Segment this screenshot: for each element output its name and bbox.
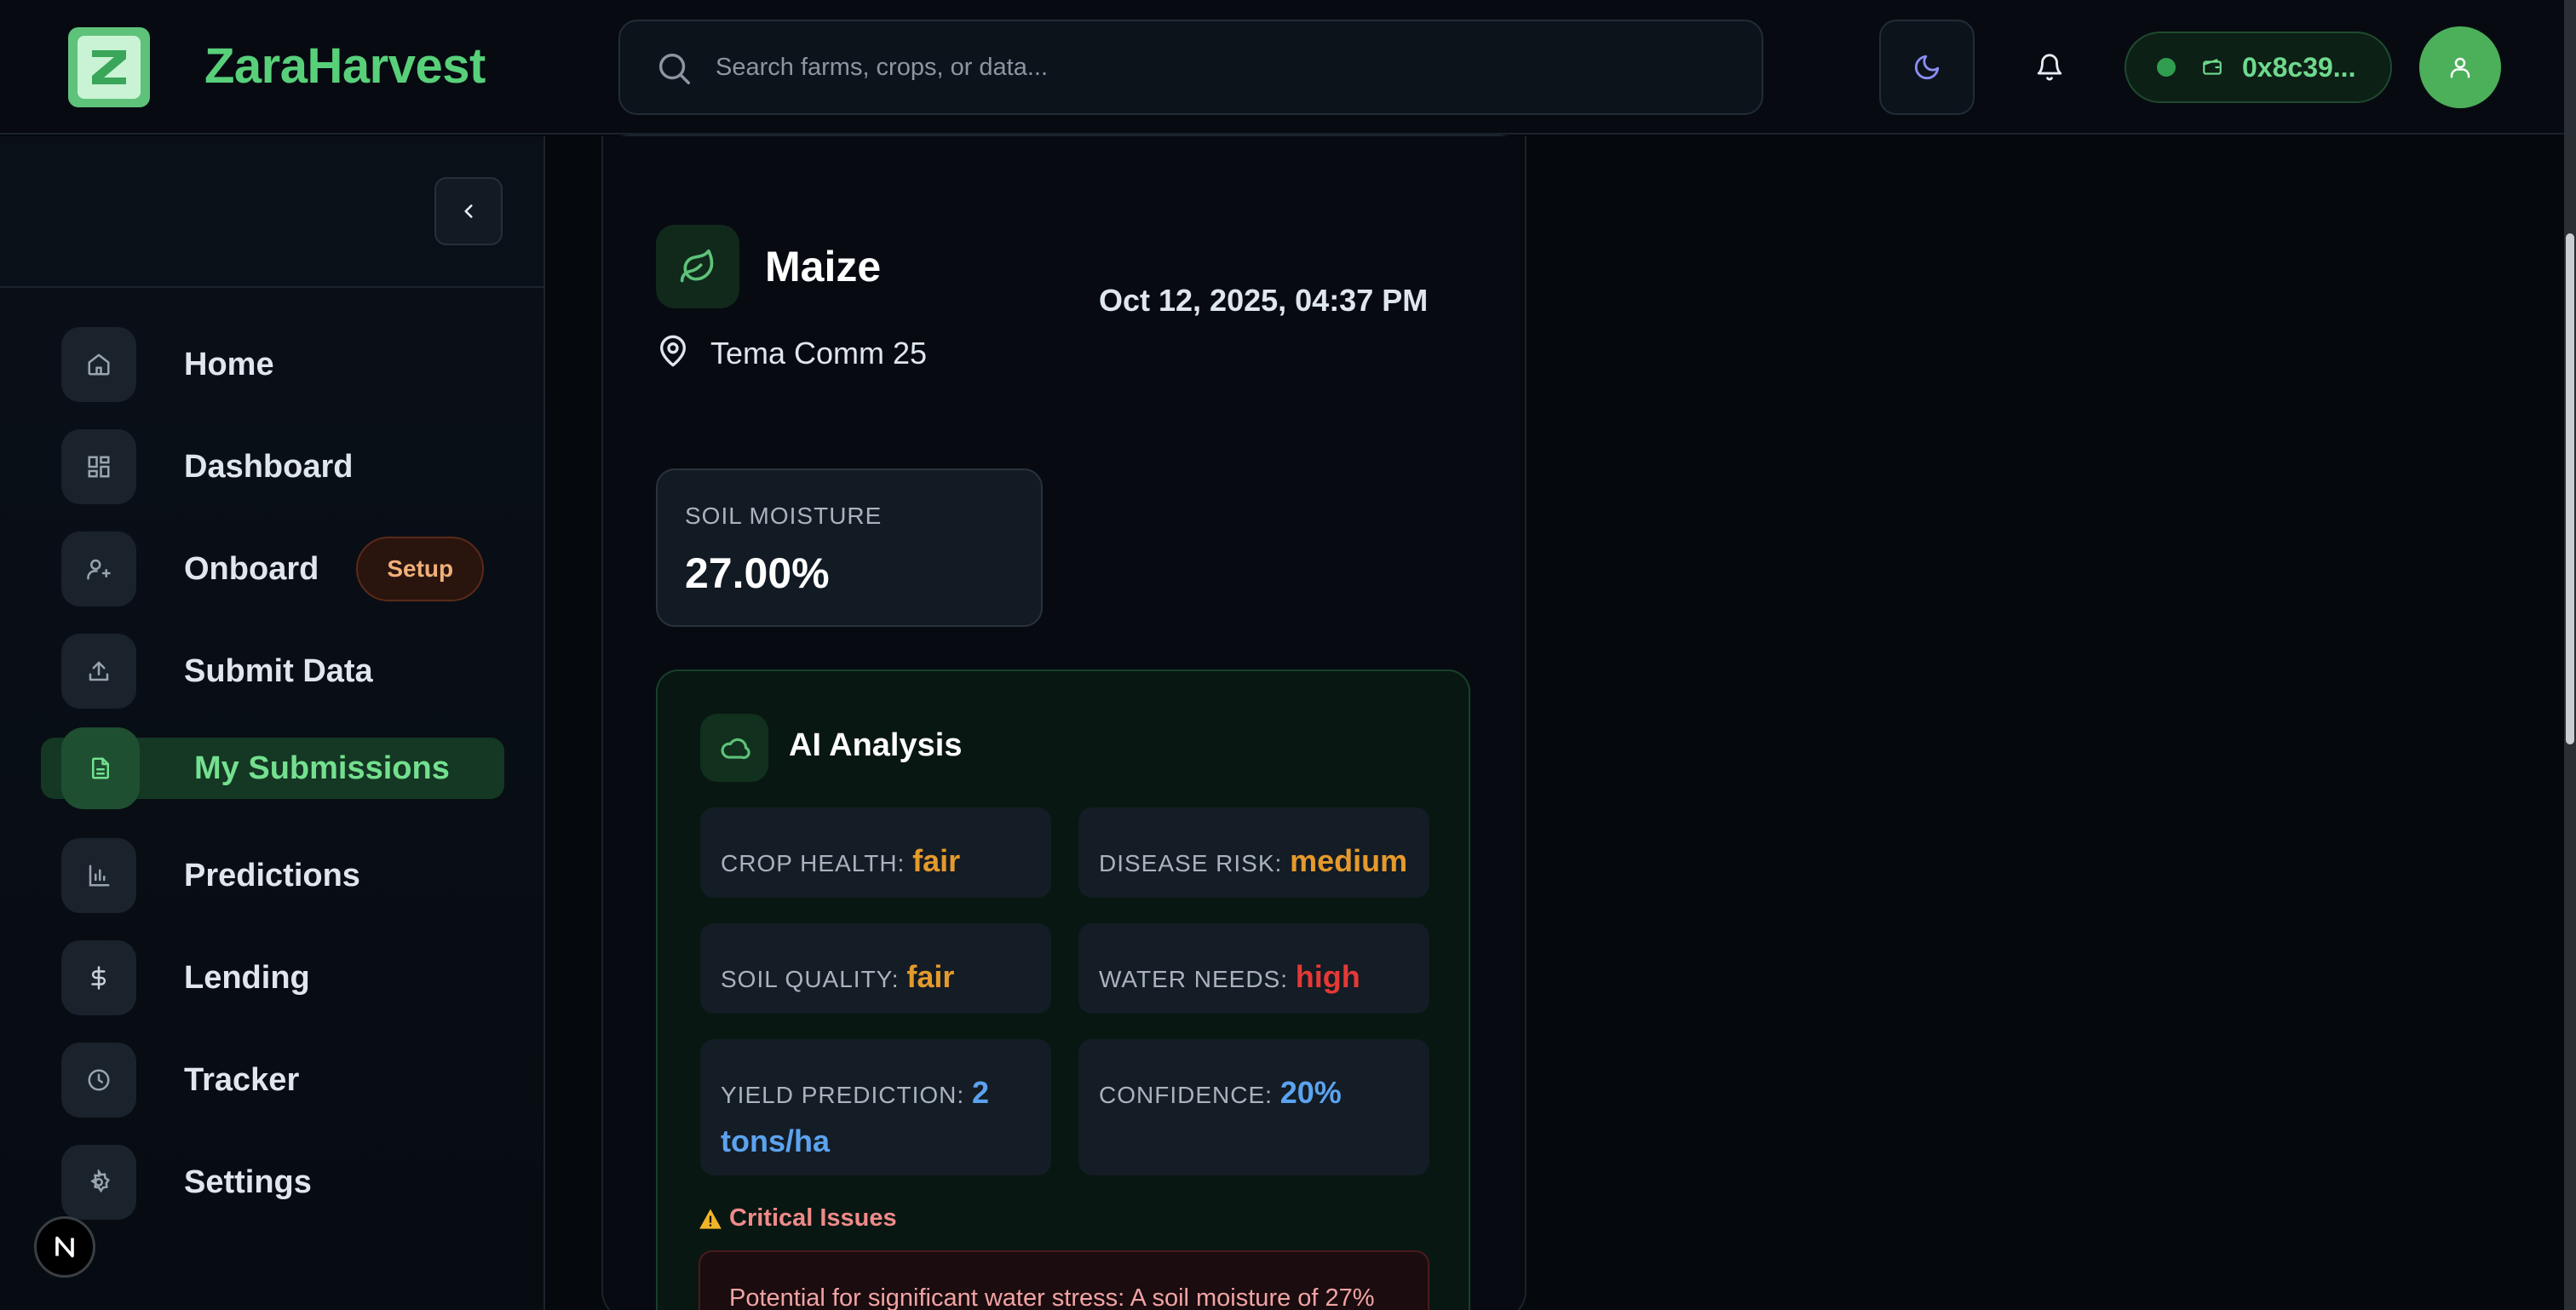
- chevron-left-icon: [457, 200, 480, 222]
- map-pin-icon: [656, 334, 690, 368]
- critical-issue-text: Potential for significant water stress: …: [729, 1284, 1375, 1310]
- upload-icon: [61, 634, 136, 709]
- metric-confidence: CONFIDENCE: 20%: [1078, 1039, 1429, 1175]
- metric-value: 20%: [1279, 1075, 1342, 1110]
- ai-analysis-title: AI Analysis: [789, 727, 963, 763]
- sidebar-item-label: Settings: [184, 1163, 312, 1200]
- sidebar-item-dashboard[interactable]: Dashboard: [41, 426, 504, 508]
- scrollbar-thumb[interactable]: [2566, 233, 2574, 744]
- sidebar-header: [0, 136, 543, 288]
- logo-icon[interactable]: [68, 27, 150, 107]
- user-icon: [2447, 55, 2473, 80]
- critical-issue-item: Potential for significant water stress: …: [699, 1250, 1429, 1310]
- leaf-icon: [656, 225, 739, 308]
- bell-icon: [2035, 53, 2064, 82]
- sidebar-item-submit-data[interactable]: Submit Data: [41, 630, 504, 712]
- search-bar[interactable]: [618, 20, 1763, 115]
- gear-icon: [61, 1145, 136, 1220]
- metric-label: YIELD PREDICTION:: [721, 1082, 965, 1108]
- sidebar-item-label: Submit Data: [184, 652, 373, 689]
- bar-chart-icon: [61, 838, 136, 913]
- metric-water-needs: WATER NEEDS: high: [1078, 923, 1429, 1014]
- sidebar-item-lending[interactable]: Lending: [41, 937, 504, 1019]
- metric-value: fair: [912, 843, 961, 878]
- metric-disease-risk: DISEASE RISK: medium: [1078, 807, 1429, 898]
- sidebar-item-label: Lending: [184, 959, 310, 996]
- sidebar-item-tracker[interactable]: Tracker: [41, 1039, 504, 1121]
- sidebar-item-predictions[interactable]: Predictions: [41, 835, 504, 916]
- dev-tools-badge[interactable]: [34, 1216, 95, 1278]
- sidebar-item-label: Tracker: [184, 1061, 300, 1098]
- collapse-sidebar-button[interactable]: [434, 177, 503, 245]
- sidebar-item-my-submissions[interactable]: My Submissions: [41, 727, 504, 809]
- document-icon: [61, 727, 140, 809]
- wallet-address: 0x8c39...: [2242, 51, 2356, 83]
- user-plus-icon: [61, 531, 136, 606]
- metric-yield-prediction: YIELD PREDICTION: 2 tons/ha: [700, 1039, 1051, 1175]
- soil-moisture-label: SOIL MOISTURE: [685, 503, 883, 529]
- sidebar: Home Dashboard Onboard Setup Submit Data…: [0, 136, 545, 1310]
- dollar-icon: [61, 940, 136, 1015]
- warning-icon: [699, 1208, 722, 1230]
- crop-name: Maize: [765, 243, 882, 290]
- metric-soil-quality: SOIL QUALITY: fair: [700, 923, 1051, 1014]
- metric-value: high: [1295, 959, 1360, 994]
- moon-icon: [1912, 53, 1941, 82]
- cloud-icon: [700, 714, 768, 782]
- metric-value: medium: [1290, 843, 1408, 878]
- connection-status-dot: [2157, 58, 2176, 77]
- soil-moisture-card: SOIL MOISTURE 27.00%: [656, 468, 1043, 627]
- dashboard-icon: [61, 429, 136, 504]
- home-icon: [61, 327, 136, 402]
- metric-value: fair: [906, 959, 955, 994]
- critical-issues-heading: Critical Issues: [699, 1204, 897, 1232]
- search-icon: [654, 49, 693, 88]
- sidebar-item-label: My Submissions: [194, 750, 450, 786]
- setup-badge: Setup: [356, 537, 485, 601]
- critical-issues-title: Critical Issues: [729, 1204, 897, 1232]
- wallet-icon: [2201, 56, 2223, 78]
- sidebar-item-label: Home: [184, 346, 274, 382]
- submission-date: Oct 12, 2025, 04:37 PM: [1099, 283, 1429, 318]
- sidebar-item-label: Dashboard: [184, 448, 354, 485]
- sidebar-item-label: Predictions: [184, 857, 360, 893]
- metric-crop-health: CROP HEALTH: fair: [700, 807, 1051, 898]
- metric-label: WATER NEEDS:: [1099, 966, 1289, 992]
- theme-toggle-button[interactable]: [1879, 20, 1975, 115]
- sidebar-item-onboard[interactable]: Onboard Setup: [41, 528, 504, 610]
- clock-icon: [61, 1043, 136, 1118]
- sidebar-item-settings[interactable]: Settings: [41, 1141, 504, 1223]
- location-text: Tema Comm 25: [710, 336, 928, 371]
- wallet-button[interactable]: 0x8c39...: [2125, 32, 2392, 103]
- metric-label: CROP HEALTH:: [721, 850, 906, 876]
- search-input[interactable]: [716, 42, 1738, 93]
- brand-name[interactable]: ZaraHarvest: [204, 37, 486, 95]
- scrollbar[interactable]: [2564, 0, 2576, 1310]
- soil-moisture-value: 27.00%: [685, 549, 830, 597]
- avatar[interactable]: [2419, 26, 2501, 108]
- metric-label: SOIL QUALITY:: [721, 966, 900, 992]
- sidebar-item-label: Onboard: [184, 550, 319, 587]
- notifications-button[interactable]: [2010, 34, 2089, 101]
- metric-label: CONFIDENCE:: [1099, 1082, 1273, 1108]
- top-header: ZaraHarvest 0x8c39...: [0, 0, 2564, 135]
- sidebar-item-home[interactable]: Home: [41, 324, 504, 405]
- metric-label: DISEASE RISK:: [1099, 850, 1283, 876]
